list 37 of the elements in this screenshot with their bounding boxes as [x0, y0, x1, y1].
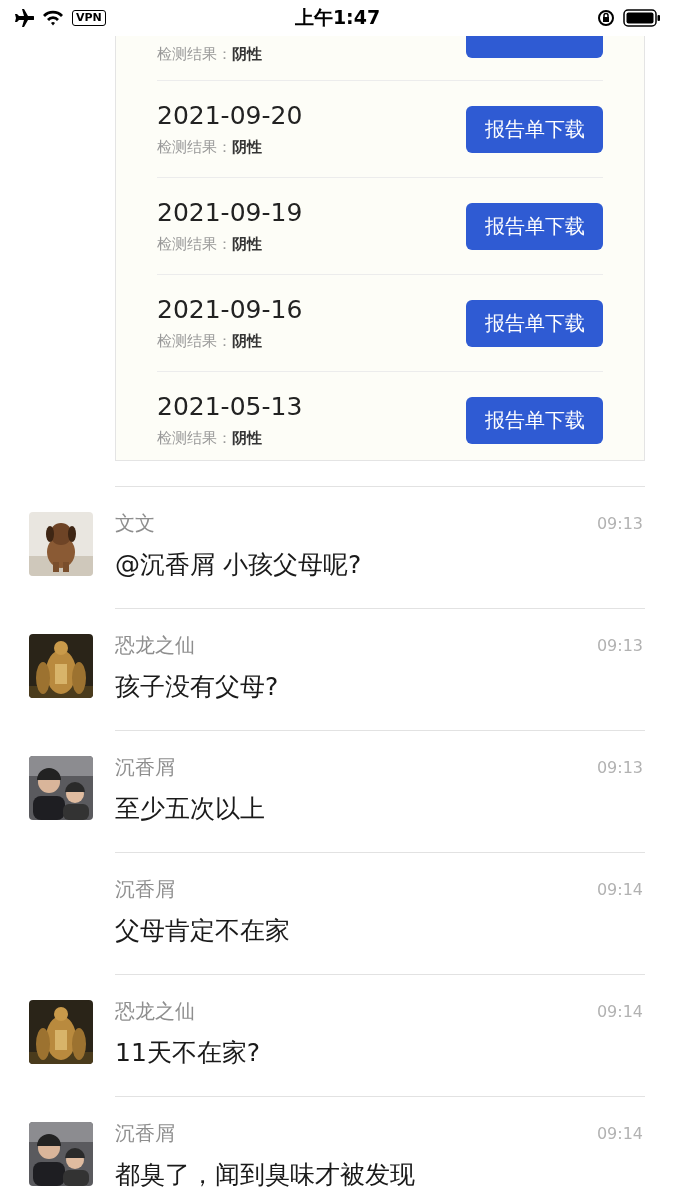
message-time: 09:13: [596, 513, 643, 533]
message-text: 父母肯定不在家: [115, 916, 291, 946]
download-report-button[interactable]: 报告单下载: [466, 396, 603, 444]
sender-name: 恐龙之仙: [115, 997, 195, 1025]
download-report-button[interactable]: 报告单下载: [466, 299, 603, 347]
test-result: 检测结果：阴性: [157, 137, 263, 158]
test-result: 检测结果：阴性: [157, 428, 263, 449]
airplane-icon: [14, 9, 34, 27]
download-report-button[interactable]: 报告单下载: [466, 202, 603, 250]
test-date: 2021-09-16: [157, 294, 303, 326]
sender-name: 沉香屑: [115, 1119, 175, 1147]
test-date: 2021-09-19: [157, 197, 303, 229]
battery-icon: [623, 9, 661, 27]
download-report-button[interactable]: 报告单下载: [466, 105, 603, 153]
message-text: 11天不在家?: [115, 1038, 262, 1068]
test-result: 检测结果：阴性: [157, 44, 262, 65]
test-result: 检测结果：阴性: [157, 331, 263, 352]
test-date: 2021-05-13: [157, 391, 303, 423]
vpn-indicator: VPN: [72, 10, 106, 26]
sender-name: 沉香屑: [115, 753, 175, 781]
rotation-lock-icon: [597, 9, 615, 27]
wifi-icon: [42, 10, 64, 26]
message-text: @沉香屑 小孩父母呢?: [115, 550, 363, 580]
message-time: 09:13: [596, 757, 643, 777]
message-time: 09:14: [596, 1123, 643, 1143]
status-time: 上午1:47: [294, 5, 381, 30]
message-time: 09:14: [596, 879, 643, 899]
message-text: 都臭了，闻到臭味才被发现: [115, 1160, 416, 1190]
sender-name: 恐龙之仙: [115, 631, 195, 659]
message-time: 09:13: [596, 635, 643, 655]
sender-name: 沉香屑: [115, 875, 175, 903]
message-time: 09:14: [596, 1001, 643, 1021]
message-text: 至少五次以上: [115, 794, 266, 824]
message-text: 孩子没有父母?: [115, 672, 280, 702]
test-result: 检测结果：阴性: [157, 234, 263, 255]
sender-name: 文文: [115, 509, 155, 537]
test-date: 2021-09-20: [157, 100, 303, 132]
